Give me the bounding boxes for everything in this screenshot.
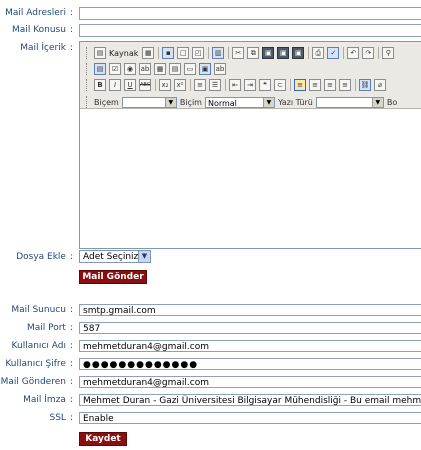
div-container-icon[interactable]: ⊂ — [274, 79, 286, 91]
button-icon[interactable]: ▭ — [184, 63, 196, 75]
toolbar-grip[interactable] — [86, 47, 90, 59]
strikethrough-icon[interactable]: ABC — [139, 79, 151, 91]
indent-icon[interactable]: ⇥ — [244, 79, 256, 91]
toolbar-grip-2[interactable] — [86, 63, 90, 75]
send-mail-button[interactable]: Mail Gönder — [79, 270, 147, 284]
server-label: Mail Sunucu: — [11, 305, 73, 315]
style-label: Biçim — [179, 97, 202, 107]
textfield-icon[interactable]: ab — [139, 63, 151, 75]
new-page-icon[interactable]: □ — [177, 47, 190, 59]
outdent-icon[interactable]: ⇤ — [229, 79, 241, 91]
password-label: Kullanıcı Şifre: — [5, 359, 73, 369]
align-justify-icon[interactable]: ≡ — [339, 79, 351, 91]
toolbar-grip-3[interactable] — [86, 79, 90, 91]
username-input[interactable]: mehmetduran4@gmail.com — [79, 340, 421, 352]
mail-addresses-label: Mail Adresleri: — [5, 8, 73, 18]
mail-subject-input[interactable] — [79, 24, 421, 37]
radio-icon[interactable]: ◉ — [124, 63, 136, 75]
select-icon[interactable]: ▤ — [169, 63, 181, 75]
server-input[interactable]: smtp.gmail.com — [79, 304, 421, 316]
size-label: Bo — [386, 97, 398, 107]
unlink-icon[interactable]: ⌀ — [374, 79, 386, 91]
save-button[interactable]: Kaydet — [79, 432, 127, 446]
source-icon[interactable]: ▤ — [94, 47, 106, 59]
editor-content-area[interactable] — [80, 109, 421, 248]
subscript-icon[interactable]: x₂ — [159, 79, 171, 91]
format-label: Biçem — [94, 97, 119, 107]
find-icon[interactable]: ⚲ — [382, 47, 395, 59]
mail-subject-label: Mail Konusu: — [12, 25, 73, 35]
print-icon[interactable]: ⎙ — [312, 47, 325, 59]
document-icon[interactable]: ▥ — [212, 47, 225, 59]
italic-icon[interactable]: I — [109, 79, 121, 91]
checkbox-icon[interactable]: ☑ — [109, 63, 121, 75]
sender-input[interactable]: mehmetduran4@gmail.com — [79, 376, 421, 388]
format-select[interactable]: ▼ — [121, 96, 177, 108]
paste-icon[interactable]: ▣ — [262, 47, 275, 59]
paste-text-icon[interactable]: ▣ — [277, 47, 290, 59]
bold-icon[interactable]: B — [94, 79, 106, 91]
signature-input[interactable]: Mehmet Duran - Gazi Üniversitesi Bilgisa… — [79, 394, 421, 406]
sender-label: Mail Gönderen: — [0, 377, 73, 387]
chevron-down-icon: ▼ — [371, 97, 383, 107]
mail-content-label: Mail İçerik: — [20, 43, 73, 53]
unordered-list-icon[interactable]: ☰ — [209, 79, 221, 91]
port-input[interactable]: 587 — [79, 322, 421, 334]
hidden-field-icon[interactable]: ab — [214, 63, 226, 75]
cut-icon[interactable]: ✂ — [232, 47, 245, 59]
redo-icon[interactable]: ↷ — [362, 47, 375, 59]
align-left-icon[interactable]: ≡ — [294, 79, 306, 91]
spellcheck-icon[interactable]: ✓ — [327, 47, 340, 59]
superscript-icon[interactable]: x² — [174, 79, 186, 91]
form-icon[interactable]: ▤ — [94, 63, 106, 75]
paste-word-icon[interactable]: ▣ — [292, 47, 305, 59]
editor-toolbar: ▤ Kaynak ▦ ▪ □ ◰ ▥ ✂ ⧉ ▣ ▣ ▣ ⎙ ✓ ↶ ↷ ⚲ ▤… — [80, 42, 421, 109]
copy-icon[interactable]: ⧉ — [247, 47, 260, 59]
password-input[interactable]: ●●●●●●●●●●●●● — [79, 358, 421, 370]
font-label: Yazı Türü — [277, 97, 313, 107]
preview-icon[interactable]: ◰ — [192, 47, 205, 59]
mail-addresses-input[interactable] — [79, 7, 421, 20]
align-right-icon[interactable]: ≡ — [324, 79, 336, 91]
style-select[interactable]: Normal ▼ — [204, 96, 275, 108]
textarea-icon[interactable]: ▦ — [154, 63, 166, 75]
link-icon[interactable]: ⛓ — [359, 79, 371, 91]
chevron-down-icon: ▼ — [262, 97, 274, 107]
username-label: Kullanıcı Adı: — [11, 341, 73, 351]
image-button-icon[interactable]: ▣ — [199, 63, 211, 75]
attach-count-select[interactable]: Adet Seçiniz... ▼ — [79, 250, 151, 263]
align-center-icon[interactable]: ≡ — [309, 79, 321, 91]
font-select[interactable]: ▼ — [315, 96, 384, 108]
rich-text-editor[interactable]: ▤ Kaynak ▦ ▪ □ ◰ ▥ ✂ ⧉ ▣ ▣ ▣ ⎙ ✓ ↶ ↷ ⚲ ▤… — [79, 41, 421, 249]
chevron-down-icon: ▼ — [138, 251, 150, 262]
attach-label: Dosya Ekle: — [16, 252, 73, 262]
ssl-label: SSL: — [49, 413, 74, 423]
port-label: Mail Port: — [26, 323, 73, 333]
chevron-down-icon: ▼ — [164, 97, 176, 107]
signature-label: Mail İmza: — [23, 395, 73, 405]
source-button-label[interactable]: Kaynak — [109, 49, 138, 58]
toolbar-grip-4[interactable] — [86, 96, 90, 108]
ordered-list-icon[interactable]: ≡ — [194, 79, 206, 91]
templates-icon[interactable]: ▦ — [142, 47, 155, 59]
blockquote-icon[interactable]: ❝ — [259, 79, 271, 91]
ssl-input[interactable]: Enable — [79, 412, 421, 424]
undo-icon[interactable]: ↶ — [347, 47, 360, 59]
save-icon[interactable]: ▪ — [162, 47, 175, 59]
underline-icon[interactable]: U — [124, 79, 136, 91]
